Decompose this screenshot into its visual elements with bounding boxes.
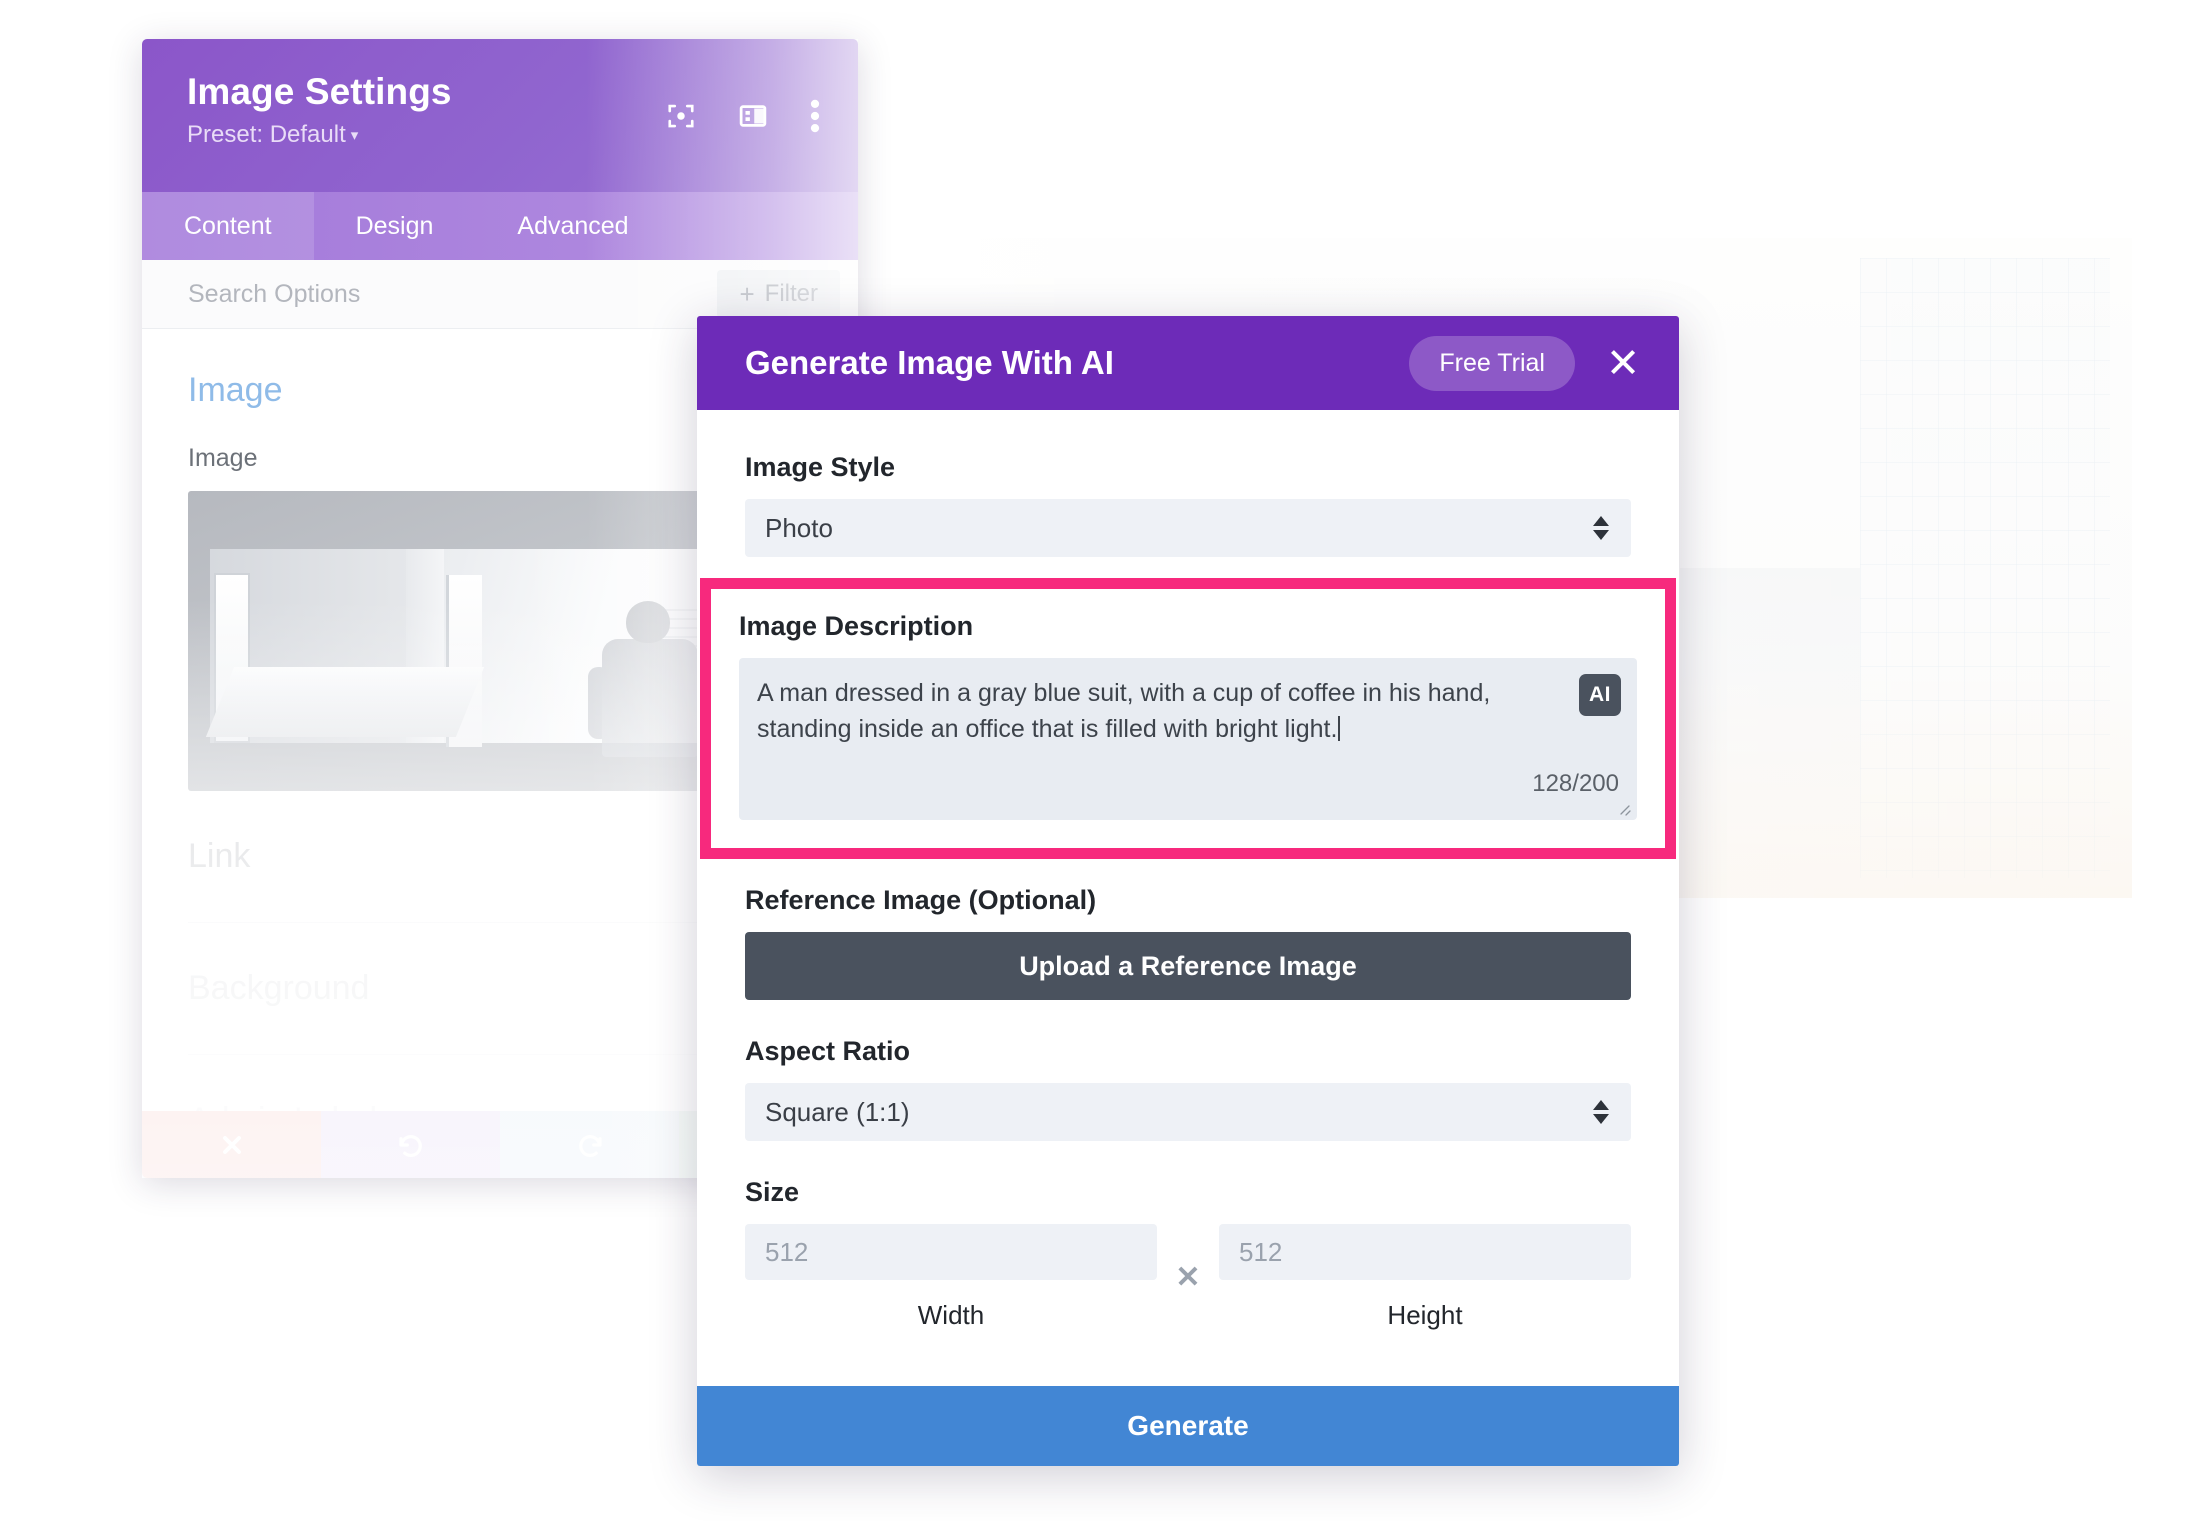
settings-tabs: Content Design Advanced bbox=[142, 192, 858, 260]
cancel-button[interactable] bbox=[142, 1111, 321, 1178]
width-caption: Width bbox=[917, 1300, 985, 1330]
resize-handle-icon[interactable] bbox=[1616, 801, 1632, 817]
aspect-ratio-select[interactable]: Square (1:1) bbox=[745, 1083, 1631, 1141]
image-style-group: Image Style Photo bbox=[745, 452, 1631, 557]
dialog-header: Generate Image With AI Free Trial ✕ bbox=[697, 316, 1679, 410]
size-label: Size bbox=[745, 1177, 800, 1207]
reference-image-label: Reference Image (Optional) bbox=[745, 885, 1097, 915]
height-caption: Height bbox=[1387, 1300, 1463, 1330]
tab-content[interactable]: Content bbox=[142, 192, 314, 260]
focus-target-icon[interactable] bbox=[666, 101, 696, 131]
image-description-label: Image Description bbox=[739, 611, 974, 641]
close-icon bbox=[218, 1131, 246, 1159]
plus-icon: + bbox=[739, 279, 755, 309]
image-description-textarea[interactable]: A man dressed in a gray blue suit, with … bbox=[739, 658, 1637, 820]
close-icon[interactable]: ✕ bbox=[1597, 342, 1649, 384]
layout-panel-icon[interactable] bbox=[738, 101, 768, 131]
redo-icon bbox=[575, 1130, 605, 1160]
character-counter: 128/200 bbox=[1532, 770, 1619, 797]
image-description-value: A man dressed in a gray blue suit, with … bbox=[757, 679, 1491, 743]
chevron-updown-icon bbox=[1593, 516, 1609, 540]
filter-label: Filter bbox=[764, 280, 818, 307]
text-cursor bbox=[1338, 715, 1341, 741]
width-col: 512 Width bbox=[745, 1224, 1157, 1331]
image-style-select[interactable]: Photo bbox=[745, 499, 1631, 557]
aspect-ratio-group: Aspect Ratio Square (1:1) bbox=[745, 1036, 1631, 1141]
size-group: Size 512 Width ✕ 512 Height bbox=[745, 1177, 1631, 1331]
width-input[interactable]: 512 bbox=[745, 1224, 1157, 1280]
generate-button[interactable]: Generate bbox=[697, 1386, 1679, 1466]
height-col: 512 Height bbox=[1219, 1224, 1631, 1331]
screenshot-root: Image Settings Preset: Default ▾ Content… bbox=[0, 0, 2200, 1521]
chevron-updown-icon bbox=[1593, 1100, 1609, 1124]
undo-button[interactable] bbox=[321, 1111, 500, 1178]
image-description-highlight: Image Description A man dressed in a gra… bbox=[700, 578, 1676, 859]
size-row: 512 Width ✕ 512 Height bbox=[745, 1224, 1631, 1331]
settings-panel-header: Image Settings Preset: Default ▾ bbox=[142, 39, 858, 192]
image-description-group: Image Description A man dressed in a gra… bbox=[711, 589, 1665, 820]
image-style-value: Photo bbox=[765, 512, 833, 543]
generate-image-ai-dialog: Generate Image With AI Free Trial ✕ Imag… bbox=[697, 316, 1679, 1466]
free-trial-badge[interactable]: Free Trial bbox=[1409, 335, 1575, 391]
upload-reference-image-button[interactable]: Upload a Reference Image bbox=[745, 932, 1631, 1000]
tab-advanced[interactable]: Advanced bbox=[475, 192, 670, 260]
thumbnail-desk bbox=[205, 667, 485, 737]
ai-badge-icon[interactable]: AI bbox=[1579, 674, 1621, 716]
filter-button[interactable]: + Filter bbox=[717, 270, 840, 318]
aspect-ratio-value: Square (1:1) bbox=[765, 1096, 910, 1127]
more-vertical-icon[interactable] bbox=[810, 99, 820, 133]
redo-button[interactable] bbox=[500, 1111, 679, 1178]
aspect-ratio-label: Aspect Ratio bbox=[745, 1036, 911, 1066]
chevron-down-icon: ▾ bbox=[350, 127, 359, 145]
undo-icon bbox=[396, 1130, 426, 1160]
dialog-title: Generate Image With AI bbox=[745, 344, 1114, 381]
size-separator-icon: ✕ bbox=[1175, 1261, 1201, 1294]
height-input[interactable]: 512 bbox=[1219, 1224, 1631, 1280]
tab-design[interactable]: Design bbox=[314, 192, 476, 260]
image-style-label: Image Style bbox=[745, 452, 896, 482]
settings-header-icon-group bbox=[666, 99, 820, 133]
search-input[interactable]: Search Options bbox=[188, 280, 717, 309]
reference-image-group: Reference Image (Optional) Upload a Refe… bbox=[745, 885, 1631, 1000]
preset-label: Preset: Default bbox=[187, 121, 346, 149]
dialog-body: Image Style Photo Reference Image (Optio… bbox=[697, 410, 1679, 1331]
